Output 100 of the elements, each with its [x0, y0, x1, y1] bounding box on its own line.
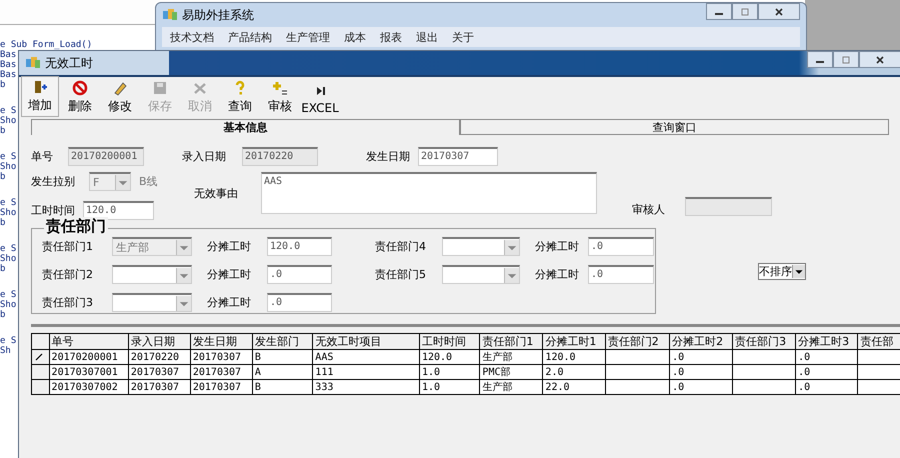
close-icon — [875, 54, 885, 64]
column-header[interactable]: 单号 — [49, 334, 128, 350]
department-combo[interactable] — [442, 265, 520, 284]
minimize-icon — [816, 61, 824, 63]
menu-item[interactable]: 产品结构 — [228, 30, 272, 44]
plus-icon — [272, 80, 288, 96]
minimize-button[interactable] — [706, 3, 732, 20]
column-header[interactable]: 责任部门1 — [480, 334, 543, 350]
menu-item[interactable]: 成本 — [344, 30, 366, 44]
code-line: e S — [0, 106, 16, 116]
minimize-icon — [715, 13, 723, 15]
field-label: 分摊工时 — [535, 267, 580, 282]
window-title: 无效工时 — [45, 54, 93, 72]
field-label: 责任部门5 — [375, 267, 427, 282]
column-header[interactable]: 录入日期 — [128, 334, 190, 350]
table-cell: 1.0 — [422, 366, 440, 378]
table-cell: 20170307002 — [52, 382, 118, 392]
table-cell: .0 — [672, 366, 684, 378]
toolbar-button[interactable]: 审核 — [261, 78, 299, 117]
table-cell: 20170307 — [130, 382, 180, 392]
table-cell: 20170200001 — [52, 352, 118, 362]
menu-item[interactable]: 报表 — [380, 30, 402, 44]
cubes-icon — [25, 56, 41, 70]
field-label: 分摊工时 — [207, 295, 252, 310]
hours-share-field[interactable]: .0 — [267, 265, 332, 284]
column-header[interactable]: 发生部门 — [252, 334, 313, 350]
column-header[interactable]: 责任部门3 — [732, 334, 796, 350]
field-label: 责任部门4 — [375, 239, 427, 254]
field-label: 责任部门3 — [42, 295, 94, 310]
column-header[interactable]: 分摊工时1 — [542, 334, 606, 350]
toolbar-button[interactable]: 增加 — [21, 76, 59, 117]
menu-item[interactable]: 退出 — [416, 30, 438, 44]
auditor-field[interactable] — [685, 197, 772, 216]
tab[interactable]: 基本信息 — [31, 119, 460, 135]
code-line: Sho — [0, 208, 16, 218]
reason-field[interactable]: AAS — [261, 172, 597, 214]
code-line: b — [0, 218, 6, 228]
occur-date-field[interactable]: 20170307 — [418, 147, 498, 166]
line-suffix: B线 — [139, 174, 158, 189]
table-cell: 20170307 — [130, 366, 180, 378]
hours-share-field[interactable]: .0 — [267, 293, 332, 312]
hours-share-field[interactable]: .0 — [588, 265, 654, 284]
table-cell: 20170307001 — [52, 366, 118, 378]
department-combo[interactable] — [112, 265, 192, 284]
table-cell: 生产部 — [482, 352, 512, 363]
toolbar-button[interactable]: EXCEL — [301, 81, 339, 117]
column-header[interactable]: 发生日期 — [190, 334, 252, 350]
corner-cell — [32, 334, 50, 350]
field-label: 责任部门1 — [42, 239, 94, 254]
line-combo[interactable]: F — [89, 172, 131, 191]
toolbar-button[interactable]: 查询 — [221, 78, 259, 117]
column-header[interactable]: 责任部 — [858, 334, 900, 350]
table-cell: B — [254, 382, 261, 392]
menu-item[interactable]: 技术文档 — [170, 30, 214, 44]
entry-date-field[interactable]: 20170220 — [242, 147, 318, 166]
code-line: Sh — [0, 346, 11, 356]
department-combo[interactable] — [112, 293, 192, 312]
code-line: Bas — [0, 60, 16, 70]
column-header[interactable]: 无效工时项目 — [312, 334, 420, 350]
column-header[interactable]: 责任部门2 — [605, 334, 670, 350]
toolbar-button[interactable]: 修改 — [101, 78, 139, 117]
pencil-icon — [112, 80, 128, 96]
hours-share-field[interactable]: 120.0 — [267, 237, 332, 256]
table-cell: PMC部 — [482, 367, 510, 378]
code-line: e S — [0, 336, 16, 346]
order-number-field[interactable]: 20170200001 — [68, 147, 144, 166]
department-combo[interactable] — [442, 237, 520, 256]
code-line: Bas — [0, 50, 16, 60]
code-line: Sho — [0, 254, 16, 264]
column-header[interactable]: 分摊工时2 — [670, 334, 733, 350]
menu-item[interactable]: 生产管理 — [286, 30, 330, 44]
field-label: 分摊工时 — [207, 239, 252, 254]
close-button[interactable] — [758, 3, 800, 20]
door-icon — [32, 79, 48, 95]
field-label: 无效事由 — [194, 186, 239, 201]
row-indicator[interactable] — [32, 380, 50, 394]
table-cell: 111 — [315, 366, 334, 378]
close-button[interactable] — [859, 51, 900, 68]
menu-item[interactable]: 关于 — [452, 30, 474, 44]
cross-icon — [192, 80, 208, 96]
code-line: b — [0, 264, 6, 274]
table-cell: B — [254, 352, 261, 362]
row-indicator[interactable] — [32, 350, 50, 364]
window-title: 易助外挂系统 — [182, 6, 254, 24]
toolbar-button[interactable]: 删除 — [61, 78, 99, 117]
department-combo[interactable]: 生产部 — [112, 237, 192, 256]
field-label: 发生拉别 — [31, 174, 76, 189]
column-header[interactable]: 工时时间 — [419, 334, 480, 350]
tab[interactable]: 查询窗口 — [460, 119, 889, 135]
table-cell: 120.0 — [422, 352, 452, 362]
table-cell: .0 — [798, 382, 810, 392]
table-cell: 120.0 — [545, 352, 576, 362]
row-indicator[interactable] — [32, 364, 50, 380]
hours-share-field[interactable]: .0 — [588, 237, 654, 256]
column-header[interactable]: 分摊工时3 — [796, 334, 858, 350]
code-line: Sho — [0, 162, 16, 172]
minimize-button[interactable] — [807, 51, 833, 68]
field-label: 分摊工时 — [535, 239, 580, 254]
code-line: e S — [0, 152, 16, 162]
sort-combo[interactable]: 不排序 — [758, 262, 806, 280]
